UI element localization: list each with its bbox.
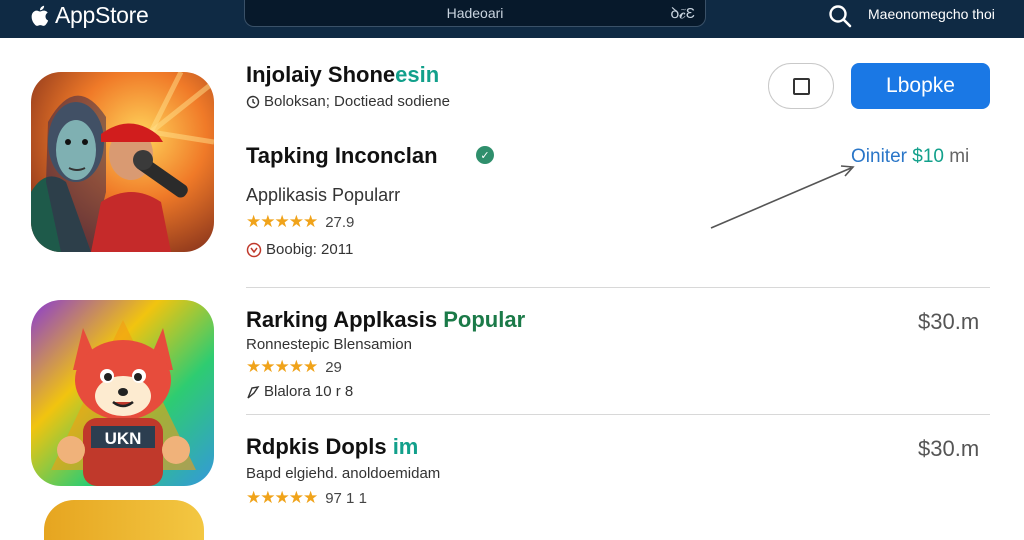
app-subtitle: Ronnestepic Blensamion	[246, 336, 412, 353]
app-rating: ★★★★★ 97 1 1	[246, 488, 367, 508]
offer-unit: mi	[949, 146, 970, 167]
offer-price[interactable]: Oiniter $10 mi	[851, 146, 969, 168]
star-rating: ★★★★★	[246, 488, 318, 507]
check-badge-icon: ✓	[476, 146, 494, 164]
app-price[interactable]: $30.m	[918, 309, 979, 335]
app-icon-partial[interactable]	[44, 500, 204, 540]
app-rating: ★★★★★ 29	[246, 357, 342, 377]
featured-info-text: Boobig: 2011	[266, 241, 354, 258]
arrow-annotation	[710, 165, 855, 229]
featured-category: Applikasis Popularr	[246, 185, 401, 205]
star-rating: ★★★★★	[246, 357, 318, 376]
tag-icon	[246, 242, 262, 257]
search-bar-text: Hadeoari	[446, 5, 504, 21]
star-rating: ★★★★★	[246, 212, 318, 231]
wishlist-button[interactable]	[768, 63, 834, 109]
svg-text:UKN: UKN	[105, 429, 142, 448]
featured-meta-text: Boloksan; Doctiead sodiene	[264, 93, 450, 110]
divider	[246, 287, 990, 288]
rating-value: 29	[325, 358, 342, 376]
app-title-main: Rdpkis Dopls	[246, 434, 387, 459]
apple-icon	[31, 5, 49, 26]
featured-info: Boobig: 2011	[246, 241, 353, 258]
get-button[interactable]: Lbopke	[851, 63, 990, 109]
top-bar: AppStore Hadeoari ꝺ𝓬̃Ɛ Maeonomegcho thoi	[0, 0, 1024, 38]
app-title-main: Rarking Applkasis	[246, 307, 444, 332]
featured-rating: ★★★★★ 27.9	[246, 212, 354, 232]
app-info-text: Blalora 10 r 8	[264, 383, 354, 400]
search-bar-icon: ꝺ𝓬̃Ɛ	[670, 5, 695, 22]
square-icon	[792, 77, 810, 95]
flag-icon	[247, 385, 260, 399]
search-bar[interactable]: Hadeoari ꝺ𝓬̃Ɛ	[244, 0, 706, 27]
app-info: Blalora 10 r 8	[246, 383, 353, 400]
search-icon[interactable]	[826, 2, 854, 30]
app-subtitle: Bapd elgiehd. anoldoemidam	[246, 465, 441, 482]
brand[interactable]: AppStore	[30, 2, 149, 29]
clock-icon	[246, 95, 260, 108]
rating-value: 97 1 1	[325, 489, 367, 507]
offer-amount: $10	[912, 146, 944, 167]
featured-subtitle: Tapking Inconclan	[246, 143, 438, 168]
app-title-accent: im	[386, 434, 419, 459]
app-price[interactable]: $30.m	[918, 436, 979, 462]
featured-title-accent: esin	[395, 62, 440, 87]
featured-meta: Boloksan; Doctiead sodiene	[246, 93, 450, 110]
rating-value: 27.9	[325, 213, 355, 231]
account-label[interactable]: Maeonomegcho thoi	[868, 6, 995, 22]
app-title[interactable]: Rarking Applkasis Popular	[246, 307, 525, 333]
brand-label: AppStore	[55, 2, 149, 28]
featured-title-main: Injolaiy Shone	[246, 62, 396, 87]
featured-app-title[interactable]: Injolaiy Shoneesin	[246, 62, 439, 88]
app-icon-featured[interactable]	[31, 72, 214, 252]
app-title[interactable]: Rdpkis Dopls im	[246, 434, 418, 460]
app-icon-fox[interactable]: UKN	[31, 300, 214, 486]
app-title-accent: Popular	[443, 307, 526, 332]
divider	[246, 414, 990, 415]
